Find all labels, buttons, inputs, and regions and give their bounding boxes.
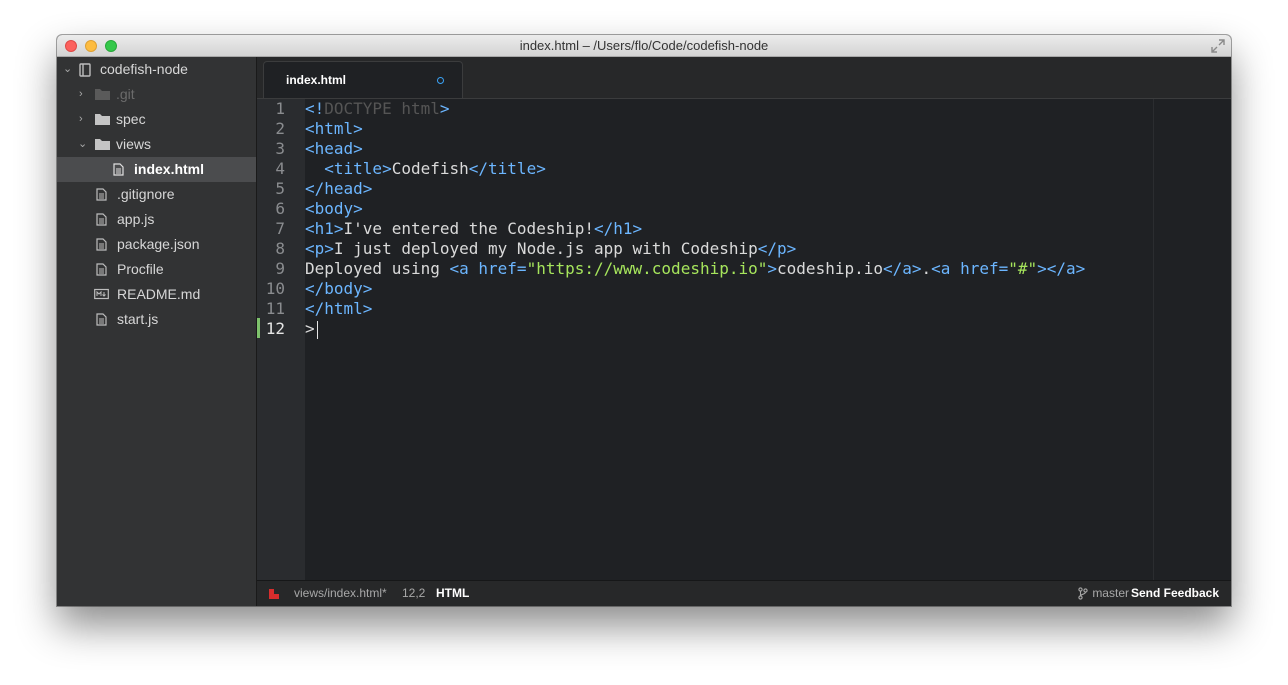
status-file-path[interactable]: views/index.html*	[294, 581, 387, 606]
code-area[interactable]: <!DOCTYPE html> <html> <head> <title>Cod…	[305, 99, 1231, 581]
line-number: 7	[275, 219, 285, 238]
line-number: 2	[275, 119, 285, 138]
status-icon[interactable]	[269, 589, 279, 599]
tree-item-label: Procfile	[117, 261, 164, 277]
status-bar: views/index.html* 12,2 HTML master Send …	[257, 580, 1231, 606]
tree-item-spec[interactable]: › spec	[57, 107, 256, 132]
line-number: 1	[275, 99, 285, 118]
tree-item-label: views	[116, 136, 152, 152]
text-cursor	[316, 320, 318, 339]
tree-root-project[interactable]: ⌄ codefish-node	[57, 57, 256, 82]
tree-item-readme[interactable]: README.md	[57, 282, 256, 307]
code-line: Deployed using <a href="https://www.code…	[305, 259, 1086, 278]
window-title: index.html – /Users/flo/Code/codefish-no…	[519, 38, 769, 53]
code-editor[interactable]: 1 2 3 4 5 6 7 8 9 10 11 12 <!DOCTYPE htm…	[257, 99, 1231, 581]
code-line: <html>	[305, 119, 363, 138]
code-line: <body>	[305, 199, 363, 218]
title-bar: index.html – /Users/flo/Code/codefish-no…	[57, 35, 1231, 57]
code-line: <p>I just deployed my Node.js app with C…	[305, 239, 797, 258]
chevron-down-icon[interactable]: ⌄	[63, 57, 72, 82]
file-icon	[96, 188, 107, 201]
tree-item-label: start.js	[117, 311, 159, 327]
line-number: 11	[265, 299, 285, 318]
tree-view: ⌄ codefish-node › .git › spec ⌄ views in…	[57, 57, 257, 606]
line-number-gutter: 1 2 3 4 5 6 7 8 9 10 11 12	[257, 99, 305, 581]
line-number: 10	[265, 279, 285, 298]
tab-bar: index.html	[257, 57, 1231, 99]
file-icon	[113, 163, 124, 176]
project-name: codefish-node	[100, 61, 188, 77]
folder-icon	[95, 139, 110, 150]
code-line: <title>Codefish</title>	[305, 159, 546, 178]
code-line: <!DOCTYPE html>	[305, 99, 450, 118]
line-number: 3	[275, 139, 285, 158]
markdown-icon	[94, 288, 109, 300]
modified-indicator-icon[interactable]	[437, 77, 444, 84]
tree-item-label: .gitignore	[117, 186, 175, 202]
tree-item-label: app.js	[117, 211, 155, 227]
tree-item-label: package.json	[117, 236, 200, 252]
tree-item-start-js[interactable]: start.js	[57, 307, 256, 332]
file-icon	[96, 238, 107, 251]
tree-item-index-html[interactable]: index.html	[57, 157, 256, 182]
tree-item-gitignore[interactable]: .gitignore	[57, 182, 256, 207]
tab-label: index.html	[286, 73, 347, 87]
code-line: <head>	[305, 139, 363, 158]
tree-item-package-json[interactable]: package.json	[57, 232, 256, 257]
line-number: 9	[275, 259, 285, 278]
tree-item-git[interactable]: › .git	[57, 82, 256, 107]
file-icon	[96, 213, 107, 226]
chevron-right-icon[interactable]: ›	[79, 82, 83, 107]
repo-icon	[79, 63, 91, 77]
editor-window: index.html – /Users/flo/Code/codefish-no…	[57, 35, 1231, 606]
current-line-number: 12	[265, 319, 285, 338]
code-line: </body>	[305, 279, 373, 298]
file-icon	[96, 313, 107, 326]
status-cursor-position[interactable]: 12,2	[402, 581, 425, 606]
folder-icon	[95, 89, 110, 100]
code-line: >	[305, 319, 318, 339]
line-number: 5	[275, 179, 285, 198]
tree-item-views[interactable]: ⌄ views	[57, 132, 256, 157]
wrap-guide	[1153, 99, 1154, 581]
file-icon	[96, 263, 107, 276]
tree-item-label: index.html	[134, 161, 205, 177]
code-line: <h1>I've entered the Codeship!</h1>	[305, 219, 643, 238]
fullscreen-icon[interactable]	[1211, 39, 1225, 53]
code-line: </head>	[305, 179, 373, 198]
tree-item-app-js[interactable]: app.js	[57, 207, 256, 232]
line-number: 4	[275, 159, 285, 178]
line-number: 8	[275, 239, 285, 258]
tree-item-label: spec	[116, 111, 146, 127]
tree-item-procfile[interactable]: Procfile	[57, 257, 256, 282]
status-grammar[interactable]: HTML	[436, 581, 469, 606]
branch-icon	[1078, 587, 1088, 600]
send-feedback-button[interactable]: Send Feedback	[1131, 581, 1219, 606]
code-line: </html>	[305, 299, 373, 318]
tab-index-html[interactable]: index.html	[263, 61, 463, 98]
status-branch[interactable]: master	[1092, 581, 1129, 606]
line-number: 6	[275, 199, 285, 218]
chevron-down-icon[interactable]: ⌄	[78, 132, 87, 157]
tree-item-label: .git	[116, 86, 135, 102]
folder-icon	[95, 114, 110, 125]
tree-item-label: README.md	[117, 286, 201, 302]
chevron-right-icon[interactable]: ›	[79, 107, 83, 132]
